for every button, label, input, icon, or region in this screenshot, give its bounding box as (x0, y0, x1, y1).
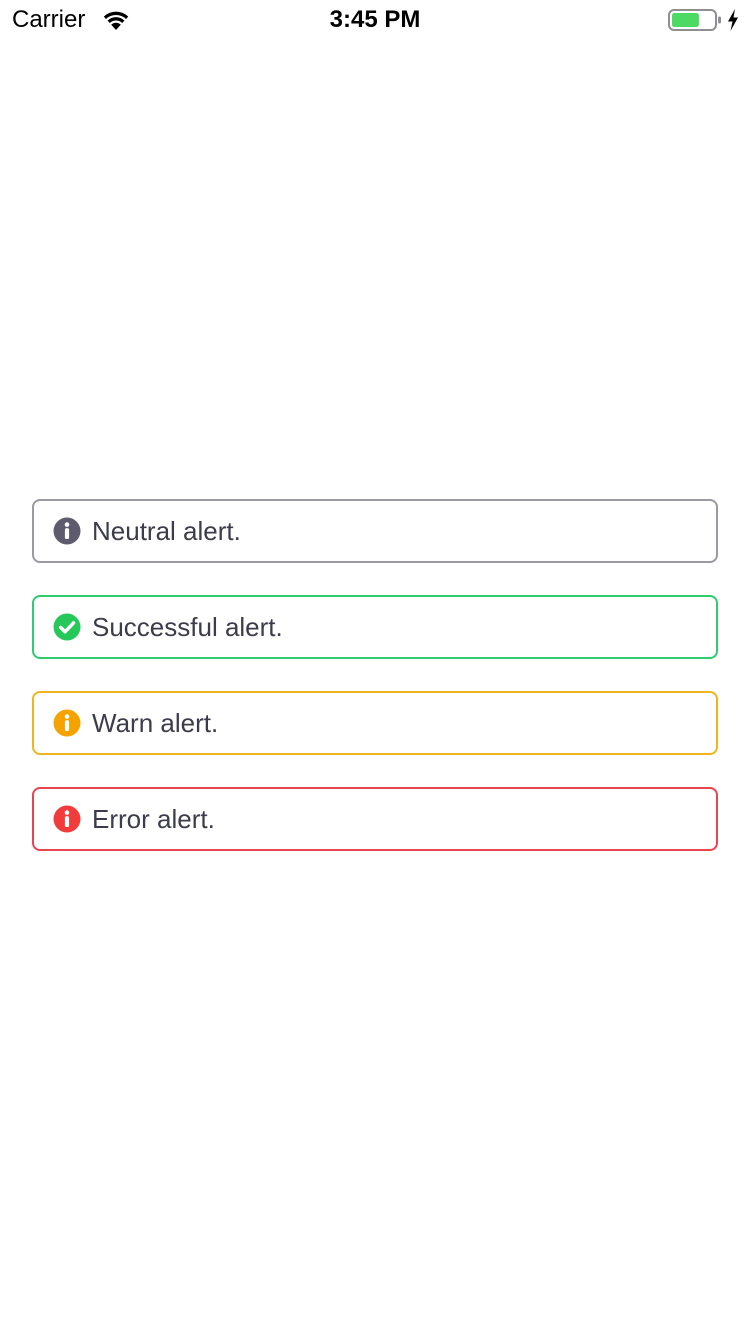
error-alert: Error alert. (32, 787, 718, 851)
info-icon (53, 805, 81, 833)
charging-bolt-icon (728, 9, 738, 31)
success-alert: Successful alert. (32, 595, 718, 659)
check-circle-icon (53, 613, 81, 641)
battery-level-fill (672, 13, 699, 27)
alert-message: Neutral alert. (92, 516, 241, 546)
alerts-list: Neutral alert. Successful alert. Warn al… (32, 499, 718, 851)
status-bar: Carrier 3:45 PM (0, 0, 750, 40)
alert-message: Successful alert. (92, 612, 283, 642)
alert-message: Warn alert. (92, 708, 219, 738)
battery-icon (668, 9, 721, 31)
neutral-alert: Neutral alert. (32, 499, 718, 563)
info-icon (53, 709, 81, 737)
info-icon (53, 517, 81, 545)
alert-message: Error alert. (92, 804, 215, 834)
warn-alert: Warn alert. (32, 691, 718, 755)
status-time: 3:45 PM (329, 6, 421, 33)
